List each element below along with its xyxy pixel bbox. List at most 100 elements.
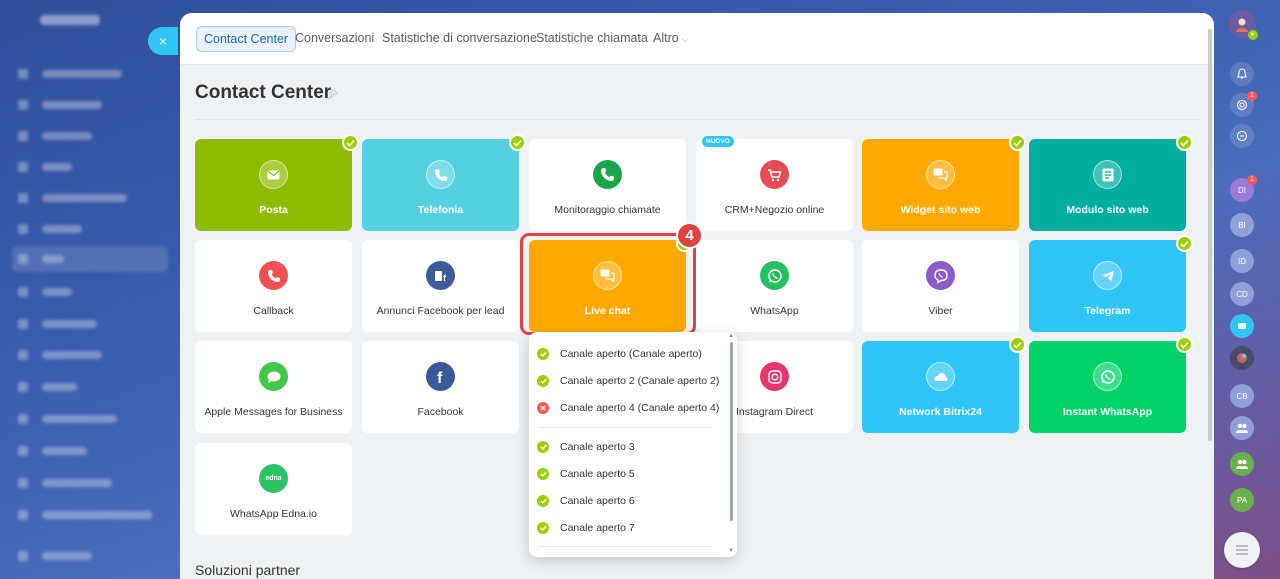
connected-check-icon bbox=[1009, 336, 1026, 353]
check-status-icon bbox=[537, 441, 549, 453]
sidebar-item-active[interactable] bbox=[12, 246, 168, 272]
contact-avatar[interactable]: CB bbox=[1230, 384, 1254, 408]
bell-icon[interactable] bbox=[1230, 62, 1254, 86]
connector-tile[interactable]: Posta bbox=[195, 139, 352, 231]
connected-check-icon bbox=[1176, 336, 1193, 353]
connector-tile-label: CRM+Negozio online bbox=[724, 204, 825, 216]
team-avatar[interactable] bbox=[1230, 346, 1254, 370]
connector-tile[interactable]: Monitoraggio chiamate bbox=[529, 139, 686, 231]
connector-tile-label: Widget sito web bbox=[900, 204, 981, 216]
avatar-initials: BI bbox=[1238, 220, 1246, 230]
connector-tile[interactable]: Widget sito web bbox=[862, 139, 1019, 231]
connector-tile-label: Callback bbox=[253, 305, 294, 317]
connector-tile-label: Annunci Facebook per lead bbox=[376, 305, 505, 317]
whatsapp-icon bbox=[1093, 362, 1122, 391]
group-icon-green[interactable] bbox=[1230, 452, 1254, 476]
scroll-up-arrow[interactable]: ▲ bbox=[728, 333, 734, 339]
pin-icon[interactable] bbox=[327, 89, 339, 101]
channel-menu-item[interactable]: Canale aperto 3 bbox=[537, 438, 722, 456]
avatar-initials: CD bbox=[1236, 289, 1248, 299]
channel-menu-item[interactable]: Canale aperto (Canale aperto) bbox=[537, 345, 722, 363]
left-sidebar bbox=[0, 0, 180, 579]
channel-menu-item-label: Canale aperto 4 (Canale aperto 4) bbox=[560, 402, 720, 414]
channel-menu-item[interactable]: Canale aperto 7 bbox=[537, 519, 722, 537]
contact-avatar[interactable]: BI bbox=[1230, 213, 1254, 237]
scroll-down-arrow[interactable]: ▼ bbox=[728, 548, 734, 554]
sidebar-item[interactable] bbox=[18, 285, 158, 299]
search-chat-icon[interactable] bbox=[1230, 124, 1254, 148]
tab-contact-center[interactable]: Contact Center bbox=[196, 26, 297, 52]
channel-menu-item[interactable]: Canale aperto 4 (Canale aperto 4) bbox=[537, 399, 722, 417]
connector-tile[interactable]: Modulo sito web bbox=[1029, 139, 1186, 231]
contact-avatar[interactable]: CD bbox=[1230, 282, 1254, 306]
contact-avatar[interactable]: ID bbox=[1230, 249, 1254, 273]
cloud-icon bbox=[926, 362, 955, 391]
connector-tile[interactable]: Viber bbox=[862, 240, 1019, 332]
channel-menu-item-label: Canale aperto 6 bbox=[560, 495, 635, 507]
dropdown-separator bbox=[539, 546, 712, 547]
connector-tile[interactable]: Telegram bbox=[1029, 240, 1186, 332]
panel-scrollbar[interactable] bbox=[1208, 29, 1212, 441]
sidebar-item[interactable] bbox=[18, 444, 158, 458]
group-icon[interactable] bbox=[1230, 416, 1254, 440]
connector-tile[interactable]: f Annunci Facebook per lead bbox=[362, 240, 519, 332]
connector-tile[interactable]: edna WhatsApp Edna.io bbox=[195, 443, 352, 535]
connector-tile[interactable]: WhatsApp bbox=[696, 240, 853, 332]
apple-messages-icon bbox=[259, 362, 288, 391]
whatsapp-icon bbox=[760, 261, 789, 290]
mail-icon bbox=[259, 160, 288, 189]
tab-statistiche-conversazione[interactable]: Statistiche di conversazione bbox=[382, 26, 537, 52]
tab-altro[interactable]: Altro ⌵ bbox=[653, 26, 689, 52]
connector-tile[interactable]: Network Bitrix24 bbox=[862, 341, 1019, 433]
online-status-icon: ▸ bbox=[1248, 30, 1258, 40]
tab-statistiche-chiamata[interactable]: Statistiche chiamata bbox=[536, 26, 648, 52]
sidebar-item[interactable] bbox=[18, 191, 158, 205]
sidebar-item[interactable] bbox=[18, 412, 158, 426]
live-chat-channels-dropdown: Canale aperto (Canale aperto) Canale aper… bbox=[529, 332, 737, 557]
chevron-down-icon: ⌵ bbox=[681, 34, 689, 44]
menu-icon[interactable] bbox=[1224, 532, 1260, 568]
sidebar-item[interactable] bbox=[18, 476, 158, 490]
phone-icon bbox=[426, 160, 455, 189]
close-slider-button[interactable]: × bbox=[148, 27, 178, 55]
sidebar-item[interactable] bbox=[18, 160, 158, 174]
connector-tile[interactable]: Callback bbox=[195, 240, 352, 332]
notification-badge: 1 bbox=[1247, 91, 1257, 101]
sidebar-item[interactable] bbox=[18, 380, 158, 394]
dropdown-scrollbar[interactable] bbox=[730, 342, 733, 521]
channel-menu-item-label: Canale aperto (Canale aperto) bbox=[560, 348, 702, 360]
instagram-icon bbox=[760, 362, 789, 391]
connected-check-icon bbox=[1176, 235, 1193, 252]
connector-tile-label: Telegram bbox=[1084, 305, 1131, 317]
connector-tile-label: Viber bbox=[928, 305, 953, 317]
connector-tile-label: Network Bitrix24 bbox=[899, 406, 982, 418]
sidebar-item[interactable] bbox=[18, 549, 158, 563]
avatar-initials: CB bbox=[1236, 391, 1248, 401]
tab-conversazioni[interactable]: Conversazioni bbox=[295, 26, 374, 52]
partner-solutions-title: Soluzioni partner bbox=[195, 562, 301, 578]
channel-menu-item[interactable]: Canale aperto 2 (Canale aperto 2) bbox=[537, 372, 722, 390]
connector-tile[interactable]: Apple Messages for Business bbox=[195, 341, 352, 433]
logo bbox=[40, 15, 100, 25]
sidebar-item[interactable] bbox=[18, 67, 158, 81]
connector-tile[interactable]: Instant WhatsApp bbox=[1029, 341, 1186, 433]
page-title: Contact Center bbox=[195, 82, 332, 103]
channel-menu-item[interactable]: Canale aperto 6 bbox=[537, 492, 722, 510]
connector-tile[interactable]: CRM+Negozio online bbox=[696, 139, 853, 231]
connector-tile[interactable]: f Facebook bbox=[362, 341, 519, 433]
sidebar-item[interactable] bbox=[18, 317, 158, 331]
contact-avatar[interactable]: PA bbox=[1230, 488, 1254, 512]
sidebar-item[interactable] bbox=[18, 129, 158, 143]
sidebar-item[interactable] bbox=[18, 348, 158, 362]
tab-altro-label: Altro bbox=[653, 31, 679, 45]
check-status-icon bbox=[537, 495, 549, 507]
dropdown-separator bbox=[539, 427, 712, 428]
sidebar-item[interactable] bbox=[18, 508, 158, 522]
sidebar-item[interactable] bbox=[18, 222, 158, 236]
chat-group-icon[interactable] bbox=[1230, 314, 1254, 338]
live-chat-highlight bbox=[520, 233, 696, 335]
connector-tile[interactable]: Telefonia bbox=[362, 139, 519, 231]
right-sidebar: ▸ 1 DI 1 BI ID CD CB PA bbox=[1218, 0, 1280, 579]
sidebar-item[interactable] bbox=[18, 98, 158, 112]
channel-menu-item[interactable]: Canale aperto 5 bbox=[537, 465, 722, 483]
